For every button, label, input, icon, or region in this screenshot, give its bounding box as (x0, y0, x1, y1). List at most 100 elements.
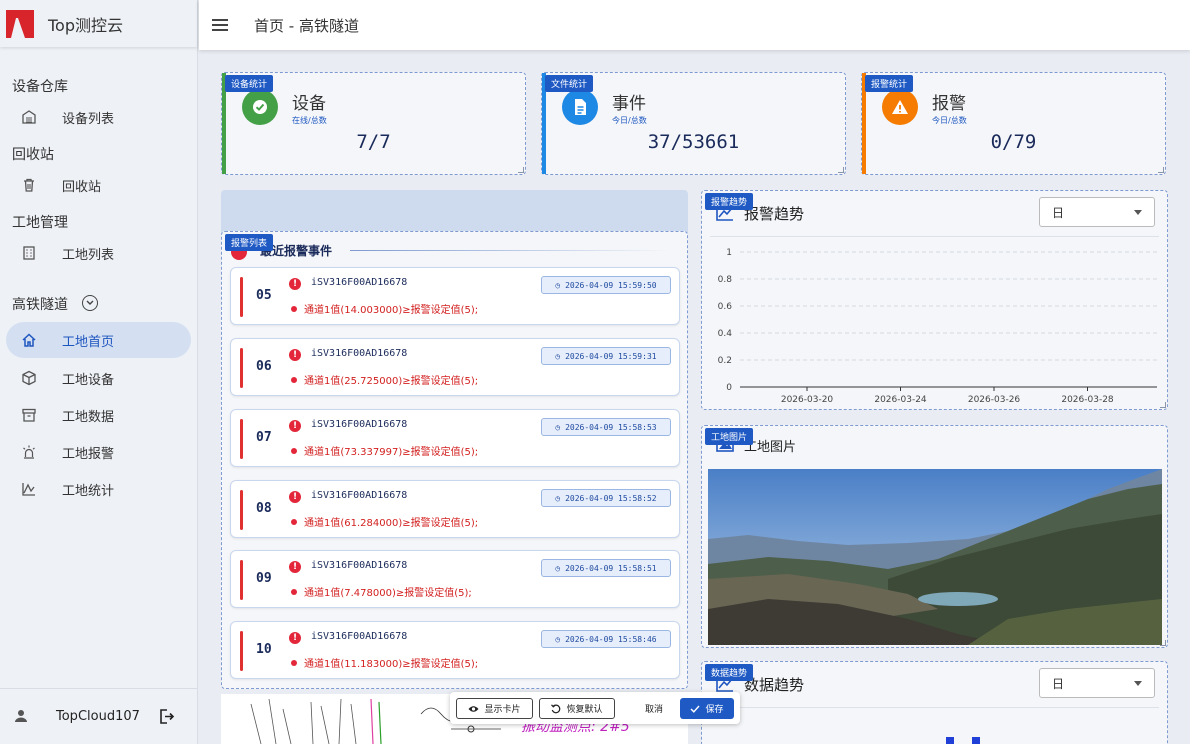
breadcrumb: 首页 - 高铁隧道 (254, 16, 359, 35)
check-icon (242, 89, 278, 125)
menu-icon[interactable] (212, 19, 228, 31)
user-row: TopCloud107 (0, 688, 198, 744)
alarm-index: 07 (256, 430, 272, 445)
check-icon (690, 705, 701, 713)
logout-icon[interactable] (158, 708, 175, 729)
sidebar-item-device-list[interactable]: 设备列表 (6, 99, 191, 135)
widget-tag[interactable]: 文件统计 (545, 75, 594, 92)
stat-title: 事件 (612, 94, 646, 114)
resize-handle[interactable] (518, 167, 524, 173)
home-icon (20, 331, 38, 349)
alarm-dot (291, 519, 297, 525)
alarm-time: ◷ 2026-04-09 15:58:52 (541, 489, 671, 507)
sidebar-item-label: 工地数据 (62, 409, 115, 425)
app-logo-icon (6, 9, 34, 38)
alarm-index: 08 (256, 501, 272, 516)
widget-tag[interactable]: 报警统计 (865, 75, 914, 92)
chevron-down-icon (1134, 681, 1142, 686)
sidebar-item-site-data[interactable]: 工地数据 (6, 397, 191, 433)
period-select[interactable]: 日 (1039, 197, 1155, 227)
eye-icon (468, 705, 479, 712)
alarm-message: 通道1值(11.183000)≥报警设定值(5); (304, 659, 479, 670)
select-value: 日 (1052, 205, 1065, 220)
x-tick-label: 2026-03-20 (781, 395, 834, 405)
alarm-trend-chart: 1 0.8 0.6 0.4 0.2 0 2026-03-20 2026-03-24 2026-0… (718, 248, 1157, 405)
alarm-device: iSV316F00AD16678 (311, 419, 408, 430)
chevron-down-icon (1134, 210, 1142, 215)
alarm-list-panel: 报警列表 最近报警事件 05 ! iSV316F00AD16678 ◷ 2026… (221, 231, 688, 689)
resize-handle[interactable] (1158, 167, 1164, 173)
sidebar-item-recycle[interactable]: 回收站 (6, 167, 191, 203)
alert-icon: ! (289, 278, 301, 290)
chart-icon (20, 480, 38, 498)
user-icon (14, 709, 28, 727)
widget-tag[interactable]: 报警列表 (225, 234, 274, 251)
cancel-button[interactable]: 取消 (632, 698, 676, 719)
alarm-index: 06 (256, 359, 272, 374)
period-select[interactable]: 日 (1039, 668, 1155, 698)
warning-icon (882, 89, 918, 125)
select-value: 日 (1052, 676, 1065, 691)
alarm-message: 通道1值(61.284000)≥报警设定值(5); (304, 518, 479, 529)
alarm-time: ◷ 2026-04-09 15:58:51 (541, 559, 671, 577)
alarm-dot (291, 660, 297, 666)
resize-handle[interactable] (1160, 640, 1166, 646)
alarm-row[interactable]: 07 ! iSV316F00AD16678 ◷ 2026-04-09 15:58… (230, 409, 680, 467)
y-tick-label: 0 (726, 383, 732, 393)
save-button[interactable]: 保存 (680, 698, 734, 719)
alarm-dot (291, 448, 297, 454)
data-trend-panel: 数据趋势 数据趋势 日 (701, 661, 1168, 744)
alarm-device: iSV316F00AD16678 (311, 560, 408, 571)
alarm-row[interactable]: 08 ! iSV316F00AD16678 ◷ 2026-04-09 15:58… (230, 480, 680, 538)
alarm-row[interactable]: 09 ! iSV316F00AD16678 ◷ 2026-04-09 15:58… (230, 550, 680, 608)
user-name: TopCloud107 (56, 709, 140, 724)
alarm-row[interactable]: 06 ! iSV316F00AD16678 ◷ 2026-04-09 15:59… (230, 338, 680, 396)
alarm-row[interactable]: 10 ! iSV316F00AD16678 ◷ 2026-04-09 15:58… (230, 621, 680, 679)
trash-icon (20, 176, 38, 194)
sidebar-item-label: 工地首页 (62, 334, 115, 350)
alert-icon: ! (289, 420, 301, 432)
sidebar-item-site-list[interactable]: 工地列表 (6, 235, 191, 271)
cube-icon (20, 369, 38, 387)
widget-tag[interactable]: 数据趋势 (705, 664, 754, 681)
alarm-trend-panel: 报警趋势 报警趋势 日 1 0.8 0.6 0.4 0.2 0 2026-03-20 2026… (701, 190, 1168, 410)
stat-subtitle: 今日/总数 (932, 116, 967, 125)
group-title-site-management: 工地管理 (12, 215, 68, 231)
widget-tag[interactable]: 设备统计 (225, 75, 274, 92)
stat-card-events[interactable]: 文件统计 事件 今日/总数 37/53661 (541, 72, 846, 175)
alarm-device: iSV316F00AD16678 (311, 348, 408, 359)
x-tick-label: 2026-03-28 (1061, 395, 1114, 405)
alarm-light-icon (20, 443, 38, 461)
restore-default-button[interactable]: 恢复默认 (539, 698, 615, 719)
alarm-row[interactable]: 05 ! iSV316F00AD16678 ◷ 2026-04-09 15:59… (230, 267, 680, 325)
widget-tag[interactable]: 报警趋势 (705, 193, 754, 210)
sidebar-item-site-devices[interactable]: 工地设备 (6, 360, 191, 396)
restore-icon (551, 703, 561, 713)
stat-subtitle: 今日/总数 (612, 116, 647, 125)
brand[interactable]: Top测控云 (0, 0, 197, 47)
y-tick-label: 0.2 (718, 356, 732, 366)
collapse-chevron-icon[interactable] (82, 295, 98, 311)
stat-title: 设备 (292, 94, 326, 114)
show-cards-button[interactable]: 显示卡片 (456, 698, 533, 719)
resize-handle[interactable] (838, 167, 844, 173)
stat-card-alarms[interactable]: 报警统计 报警 今日/总数 0/79 (861, 72, 1166, 175)
stat-card-devices[interactable]: 设备统计 设备 在线/总数 7/7 (221, 72, 526, 175)
alarm-dot (291, 377, 297, 383)
resize-handle[interactable] (1160, 402, 1166, 408)
y-tick-label: 0.6 (718, 302, 733, 312)
sidebar-item-site-home[interactable]: 工地首页 (6, 322, 191, 358)
group-title-recycle: 回收站 (12, 147, 54, 163)
document-icon (562, 89, 598, 125)
alarm-device: iSV316F00AD16678 (311, 631, 408, 642)
building-icon (20, 244, 38, 262)
site-photo (708, 469, 1162, 645)
widget-tag[interactable]: 工地图片 (705, 428, 754, 445)
sidebar-item-site-stats[interactable]: 工地统计 (6, 471, 191, 507)
app-name: Top测控云 (48, 15, 124, 35)
sidebar-item-label: 回收站 (62, 179, 102, 195)
sidebar-item-label: 工地设备 (62, 372, 115, 388)
layout-toolbar: 显示卡片 恢复默认 取消 保存 (450, 692, 740, 724)
y-tick-label: 1 (726, 248, 732, 258)
sidebar-item-site-alarm[interactable]: 工地报警 (6, 434, 191, 470)
